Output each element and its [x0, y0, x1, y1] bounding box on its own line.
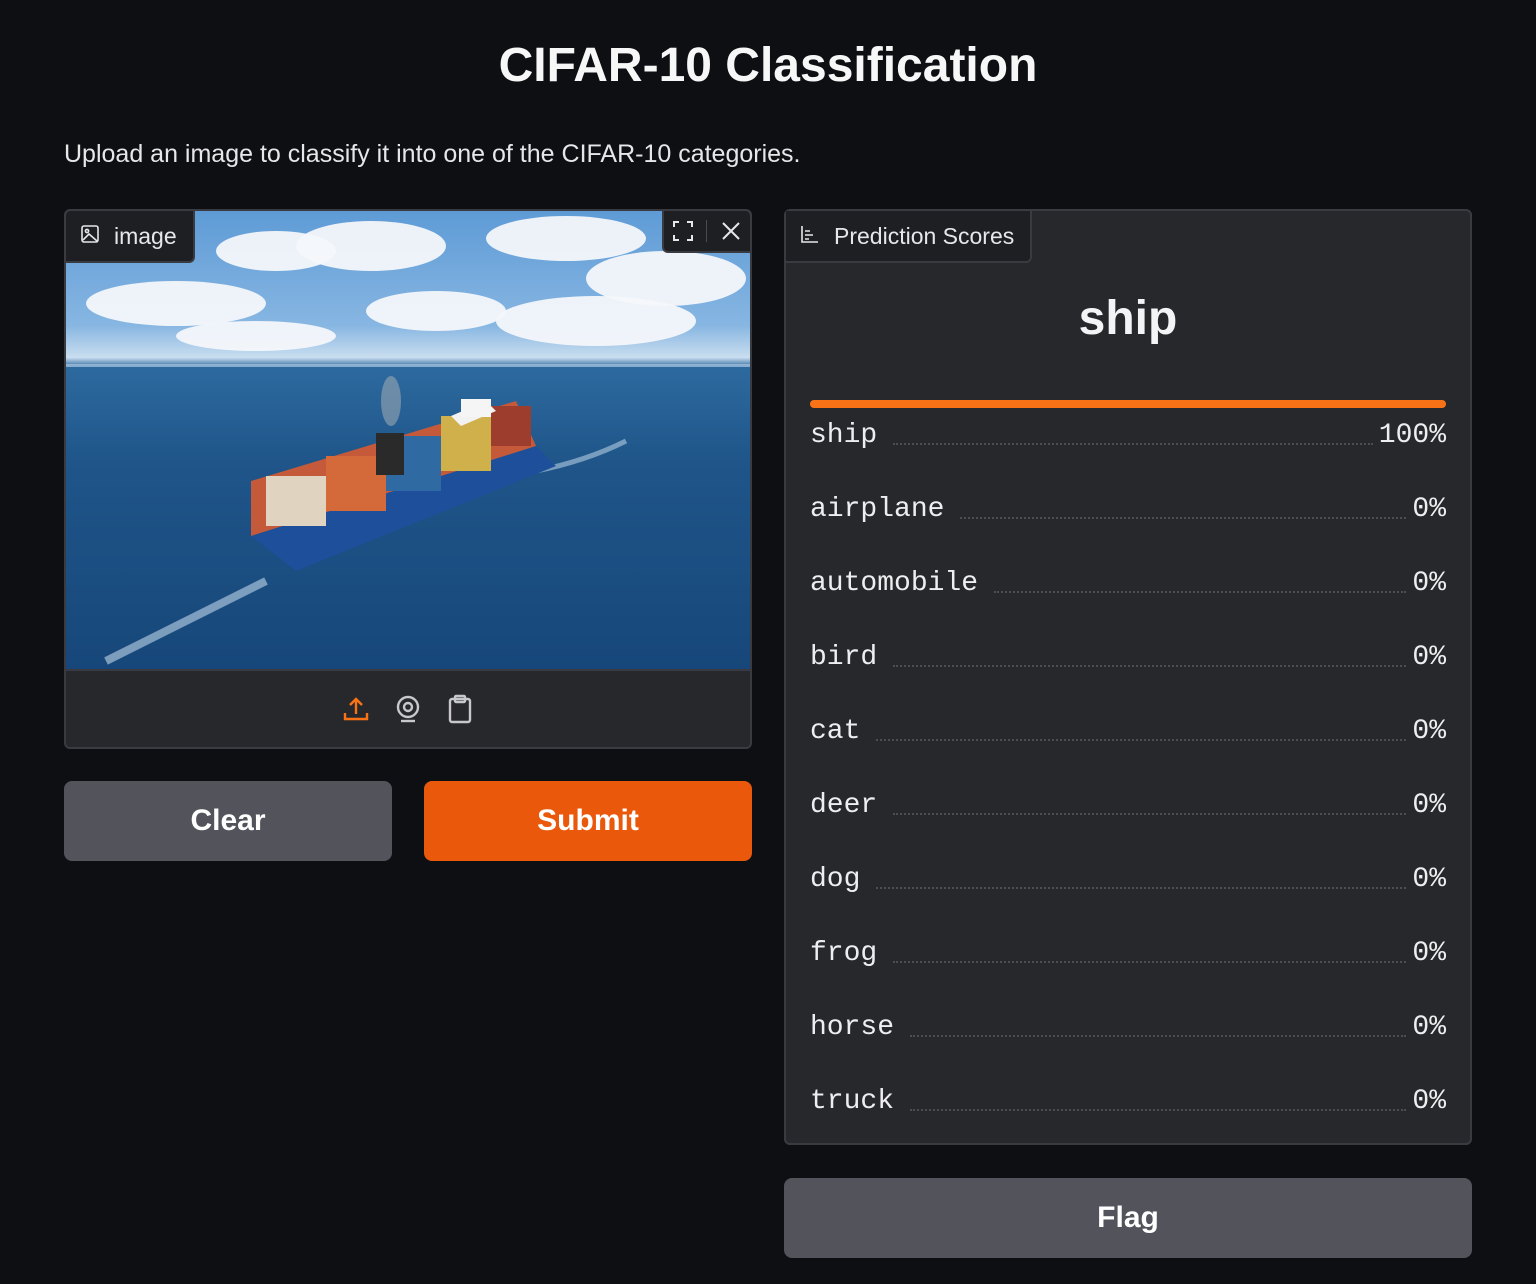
- prediction-label-text: Prediction Scores: [834, 222, 1015, 249]
- score-value: 0%: [1412, 864, 1446, 895]
- image-input-panel[interactable]: image: [64, 209, 752, 749]
- page-description: Upload an image to classify it into one …: [64, 140, 801, 168]
- score-row: frog 0%: [810, 934, 1446, 1008]
- upload-icon[interactable]: [341, 692, 371, 726]
- dotted-leader: [994, 591, 1407, 593]
- score-row: truck 0%: [810, 1082, 1446, 1156]
- top-prediction: ship: [1078, 292, 1178, 345]
- close-icon[interactable]: [716, 214, 746, 248]
- score-value: 0%: [1412, 938, 1446, 969]
- confidence-bar: [810, 400, 1446, 408]
- dotted-leader: [893, 443, 1373, 445]
- image-label-text: image: [114, 222, 177, 249]
- score-label: deer: [810, 790, 878, 821]
- flag-button[interactable]: Flag: [784, 1178, 1472, 1258]
- webcam-icon[interactable]: [393, 692, 423, 726]
- image-source-bar: [66, 669, 750, 747]
- score-value: 0%: [1412, 494, 1446, 525]
- score-row: automobile 0%: [810, 564, 1446, 638]
- score-label: bird: [810, 642, 878, 673]
- confidence-bar-fill: [810, 400, 1446, 408]
- score-label: frog: [810, 938, 878, 969]
- dotted-leader: [910, 1109, 1407, 1111]
- score-row: ship 100%: [810, 416, 1446, 490]
- fullscreen-icon[interactable]: [668, 214, 698, 248]
- score-label: dog: [810, 864, 861, 895]
- score-label: airplane: [810, 494, 945, 525]
- image-label: image: [66, 211, 195, 263]
- score-row: deer 0%: [810, 786, 1446, 860]
- score-label: horse: [810, 1012, 895, 1043]
- score-label: cat: [810, 716, 861, 747]
- ship-illustration: [104, 376, 628, 665]
- dotted-leader: [876, 739, 1407, 741]
- clear-button[interactable]: Clear: [64, 781, 392, 861]
- score-label: truck: [810, 1086, 895, 1117]
- dotted-leader: [893, 961, 1407, 963]
- bar-chart-icon: [800, 223, 820, 250]
- score-value: 100%: [1378, 420, 1446, 451]
- score-value: 0%: [1412, 716, 1446, 747]
- uploaded-image: [66, 211, 750, 669]
- score-value: 0%: [1412, 1086, 1446, 1117]
- dotted-leader: [893, 665, 1407, 667]
- dotted-leader: [960, 517, 1407, 519]
- score-value: 0%: [1412, 790, 1446, 821]
- score-value: 0%: [1412, 568, 1446, 599]
- image-icon: [80, 223, 100, 250]
- submit-button[interactable]: Submit: [424, 781, 752, 861]
- clipboard-icon[interactable]: [445, 692, 475, 726]
- prediction-panel: Prediction Scores ship ship 100% airplane 0…: [784, 209, 1472, 1145]
- score-label: ship: [810, 420, 878, 451]
- page-title: CIFAR-10 Classification: [498, 39, 1038, 92]
- score-row: bird 0%: [810, 638, 1446, 712]
- score-value: 0%: [1412, 1012, 1446, 1043]
- score-list: ship 100% airplane 0% automobile 0% bird 0% cat 0…: [810, 416, 1446, 1156]
- dotted-leader: [876, 887, 1407, 889]
- dotted-leader: [893, 813, 1407, 815]
- score-row: airplane 0%: [810, 490, 1446, 564]
- score-row: dog 0%: [810, 860, 1446, 934]
- image-actions: [662, 211, 750, 253]
- score-value: 0%: [1412, 642, 1446, 673]
- score-row: horse 0%: [810, 1008, 1446, 1082]
- dotted-leader: [910, 1035, 1407, 1037]
- prediction-label: Prediction Scores: [786, 211, 1033, 263]
- score-row: cat 0%: [810, 712, 1446, 786]
- score-label: automobile: [810, 568, 979, 599]
